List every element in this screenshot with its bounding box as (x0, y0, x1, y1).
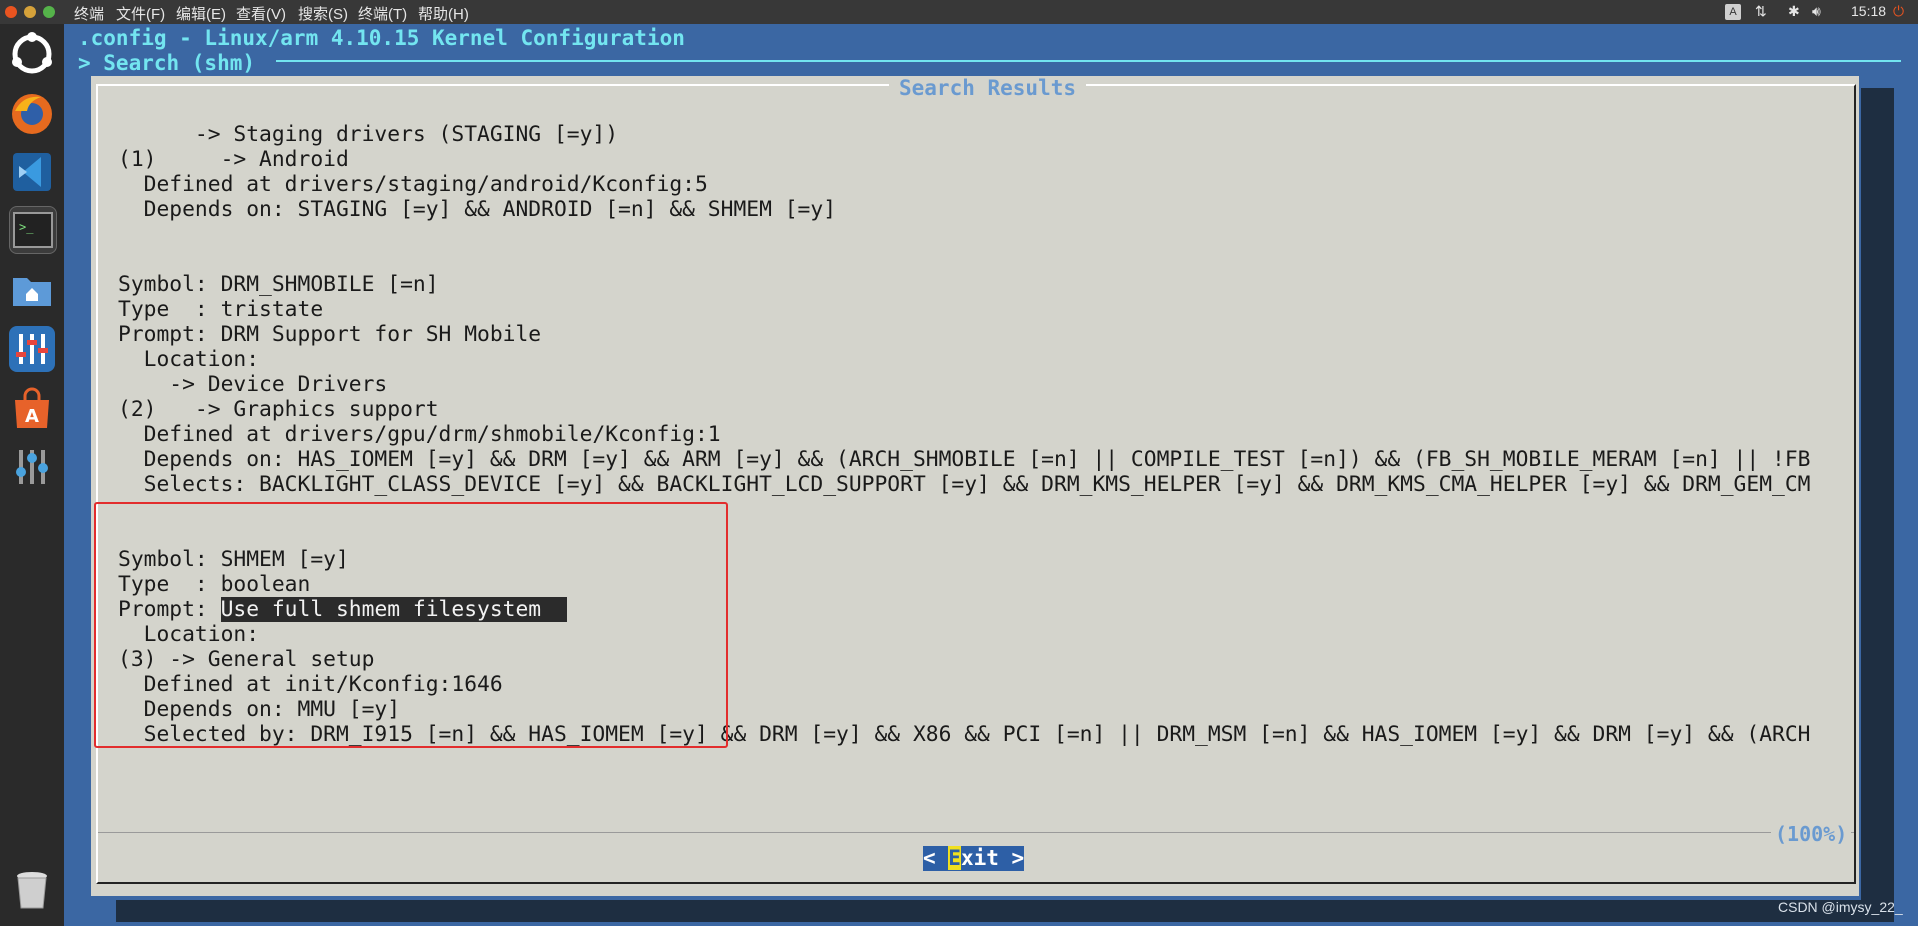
settings-icon[interactable] (9, 444, 55, 490)
scroll-percent: (100%) (1771, 822, 1852, 846)
menu-view[interactable]: 查看(V) (236, 3, 286, 24)
files-icon[interactable] (9, 266, 55, 312)
watermark: CSDN @imysy_22_ (1778, 899, 1903, 915)
result-line: Prompt: DRM Support for SH Mobile (118, 322, 542, 347)
result-line: Depends on: STAGING [=y] && ANDROID [=n]… (118, 197, 837, 222)
launcher-sidebar: >_ A (0, 24, 64, 926)
menu-edit[interactable]: 编辑(E) (176, 3, 226, 24)
power-icon[interactable]: ⏻ (1893, 3, 1904, 20)
terminal-window[interactable]: .config - Linux/arm 4.10.15 Kernel Confi… (64, 24, 1918, 926)
search-results-dialog: Search Results -> Staging drivers (STAGI… (91, 76, 1859, 896)
volume-icon[interactable]: 🔊︎ (1812, 3, 1821, 20)
result-line: Selects: BACKLIGHT_CLASS_DEVICE [=y] && … (118, 472, 1811, 497)
top-panel: 终端 文件(F) 编辑(E) 查看(V) 搜索(S) 终端(T) 帮助(H) A… (0, 0, 1918, 24)
result-line: Symbol: DRM_SHMOBILE [=n] (118, 272, 439, 297)
minimize-window-icon[interactable] (24, 6, 36, 18)
result-line: Location: (118, 347, 260, 372)
result-line: (1) -> Android (118, 147, 349, 172)
firefox-icon[interactable] (9, 91, 55, 137)
result-line: Depends on: HAS_IOMEM [=y] && DRM [=y] &… (118, 447, 1811, 472)
ubuntu-dash-icon[interactable] (9, 31, 55, 77)
software-center-icon[interactable]: A (9, 386, 55, 432)
keyboard-layout-icon[interactable]: A (1725, 4, 1741, 20)
exit-left: < (923, 846, 949, 870)
menu-app[interactable]: 终端 (74, 3, 104, 24)
close-window-icon[interactable] (5, 6, 17, 18)
breadcrumb: > Search (shm) (78, 51, 256, 75)
button-separator (98, 832, 1854, 833)
result-line: (2) -> Graphics support (118, 397, 439, 422)
vscode-icon[interactable] (9, 149, 55, 195)
annotation-highlight-box (94, 502, 728, 748)
exit-button[interactable]: < Exit > (923, 846, 1025, 871)
bluetooth-icon[interactable]: ✱ (1788, 3, 1800, 20)
menu-terminal[interactable]: 终端(T) (358, 3, 407, 24)
header-divider (276, 60, 1901, 62)
menu-search[interactable]: 搜索(S) (298, 3, 348, 24)
exit-hotkey: E (948, 846, 961, 870)
mixer-icon[interactable] (9, 326, 55, 372)
network-icon[interactable]: ⇅ (1755, 3, 1767, 20)
result-line: -> Staging drivers (STAGING [=y]) (118, 122, 619, 147)
dialog-title: Search Results (889, 76, 1087, 100)
result-line: Type : tristate (118, 297, 324, 322)
result-line: -> Device Drivers (118, 372, 388, 397)
result-line: Defined at drivers/gpu/drm/shmobile/Kcon… (118, 422, 721, 447)
dialog-shadow-right (1861, 88, 1894, 921)
svg-text:A: A (25, 406, 39, 427)
maximize-window-icon[interactable] (43, 6, 55, 18)
config-title: .config - Linux/arm 4.10.15 Kernel Confi… (78, 26, 685, 50)
menu-help[interactable]: 帮助(H) (418, 3, 469, 24)
trash-icon[interactable] (9, 866, 55, 912)
menu-file[interactable]: 文件(F) (116, 3, 165, 24)
exit-right: xit > (960, 846, 1025, 870)
terminal-icon[interactable]: >_ (9, 206, 57, 254)
clock[interactable]: 15:18 (1851, 3, 1886, 19)
result-line: Defined at drivers/staging/android/Kconf… (118, 172, 708, 197)
dialog-shadow-bottom (116, 900, 1894, 922)
svg-text:>_: >_ (19, 220, 34, 234)
